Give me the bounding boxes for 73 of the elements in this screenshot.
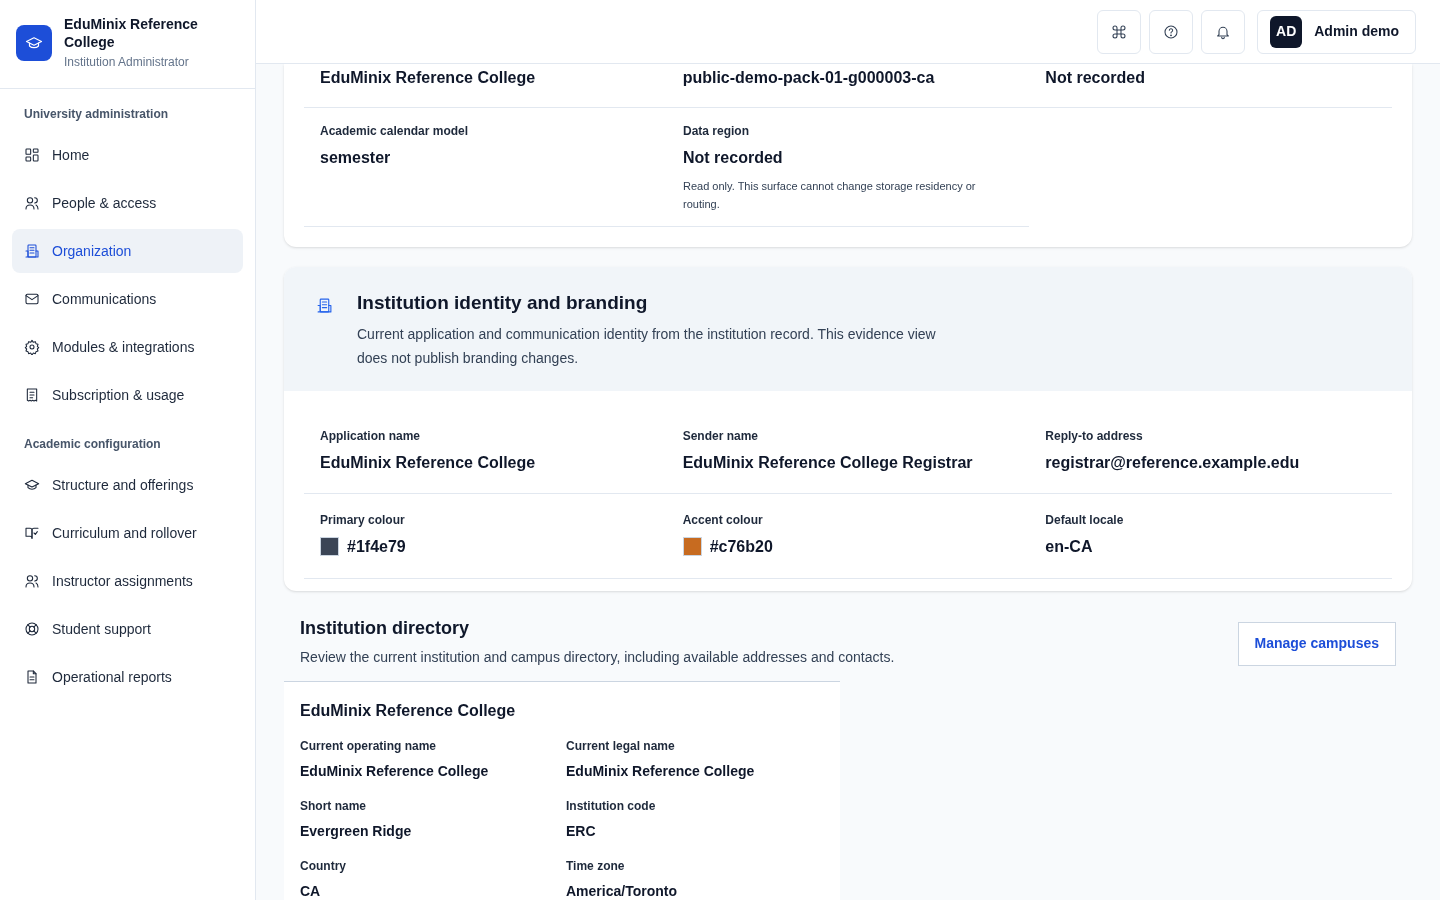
building-icon (316, 297, 333, 314)
card-title: EduMinix Reference College (300, 700, 517, 721)
document-icon (24, 669, 40, 685)
field-value: Evergreen Ridge (300, 821, 413, 841)
nav-item[interactable]: Student support (12, 607, 243, 651)
field-value: CA (300, 881, 322, 900)
field-value: EduMinix Reference College (566, 761, 756, 781)
nav-item[interactable]: People & access (12, 181, 243, 225)
field-value: public-demo-pack-01-g000003-ca (682, 68, 935, 88)
mail-icon (24, 291, 40, 307)
command-button[interactable] (1097, 9, 1142, 54)
field-label: Current legal name (566, 737, 676, 755)
field-label: Time zone (566, 857, 626, 875)
nav-item[interactable]: Operational reports (12, 655, 243, 699)
help-button[interactable] (1149, 9, 1194, 54)
field-value: EduMinix Reference College (320, 68, 536, 88)
field-value: Not recorded (1045, 68, 1145, 88)
field-value: #1f4e79 (347, 536, 406, 557)
manage-campuses-button[interactable]: Manage campuses (1237, 621, 1396, 666)
help-icon (1163, 23, 1180, 40)
institution-name: EduMinix Reference College (64, 15, 199, 51)
settings-icon (24, 339, 40, 355)
field-label: Accent colour (682, 511, 764, 529)
book-icon (24, 525, 40, 541)
users-icon (24, 573, 40, 589)
field-value: EduMinix Reference College Registrar (682, 452, 973, 473)
user-avatar: AD (1270, 15, 1303, 48)
field-value: ERC (566, 821, 597, 841)
nav-item[interactable]: Subscription & usage (12, 373, 243, 417)
lifebuoy-icon (24, 621, 40, 637)
field-label: Data region (683, 123, 750, 140)
nav-item[interactable]: Communications (12, 277, 243, 321)
bell-button[interactable] (1201, 9, 1246, 54)
nav-item[interactable]: Home (12, 133, 243, 177)
users-icon (24, 195, 40, 211)
receipt-icon (24, 387, 40, 403)
user-menu-button[interactable]: AD Admin demo (1257, 9, 1416, 54)
nav-item[interactable]: Curriculum and rollover (12, 511, 243, 555)
section-description: Review the current institution and campus directory, including available addresses and contacts. (300, 647, 895, 667)
nav-item[interactable]: Organization (12, 229, 243, 273)
field-value: registrar@reference.example.edu (1045, 452, 1300, 473)
field-label: Short name (300, 797, 367, 815)
building-icon (24, 243, 40, 259)
field-value: EduMinix Reference College (320, 452, 536, 473)
field-label: Sender name (682, 427, 760, 445)
field-label: Institution code (566, 797, 657, 815)
grid-icon (24, 147, 40, 163)
field-value: America/Toronto (566, 881, 678, 900)
field-label: Reply-to address (1045, 427, 1144, 445)
field-label: Application name (320, 427, 421, 445)
field-note: Read only. This surface cannot change storage residency or routing. (683, 179, 977, 212)
section-title: Institution identity and branding (357, 291, 649, 315)
nav-item[interactable]: Instructor assignments (12, 559, 243, 603)
field-value: EduMinix Reference College (300, 761, 490, 781)
field-value: en-CA (1045, 536, 1093, 557)
field-label: Current operating name (300, 737, 438, 755)
graduation-cap-icon (24, 477, 40, 493)
field-label: Academic calendar model (320, 123, 470, 140)
field-value: Not recorded (683, 148, 783, 168)
nav-section-heading: University administration (23, 106, 170, 123)
section-title: Institution directory (300, 616, 470, 640)
command-icon (1111, 23, 1128, 40)
nav-item[interactable]: Modules & integrations (12, 325, 243, 369)
nav-section-heading: Academic configuration (23, 436, 162, 453)
field-value: #c76b20 (709, 536, 773, 557)
field-value: semester (320, 148, 391, 168)
nav-item[interactable]: Structure and offerings (12, 463, 243, 507)
user-role: Institution Administrator (64, 54, 190, 71)
user-name: Admin demo (1314, 22, 1400, 41)
field-label: Default locale (1045, 511, 1125, 529)
field-label: Primary colour (320, 511, 406, 529)
field-label: Country (300, 857, 347, 875)
section-description: Current application and communication identity from the institution record. This evidence view does not publish branding changes. (357, 324, 937, 368)
